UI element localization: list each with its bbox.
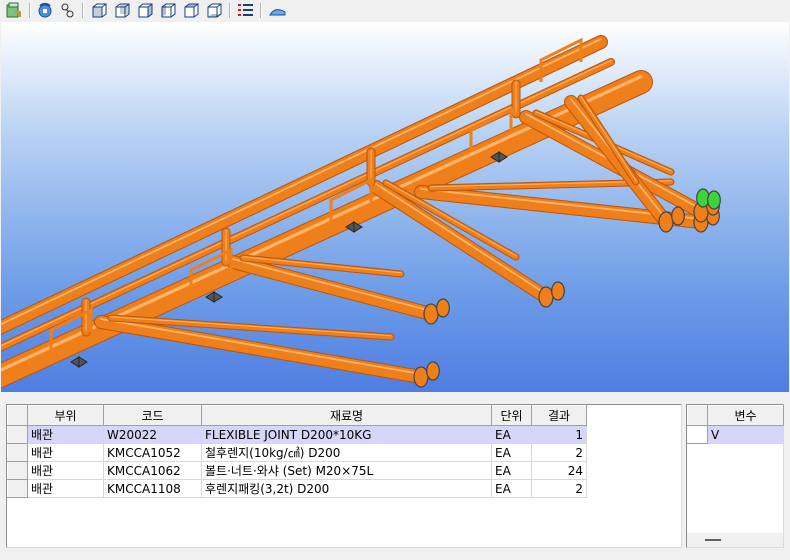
row-header[interactable] <box>7 461 28 480</box>
list-icon[interactable] <box>237 2 254 19</box>
pipe-flange <box>426 361 440 381</box>
materials-table: 부위 코드 재료명 단위 결과 배관 W20022 FLEXIBLE JOINT… <box>7 405 587 498</box>
view-back-icon[interactable] <box>114 2 131 19</box>
pan-icon[interactable] <box>59 2 76 19</box>
hill-icon[interactable] <box>269 2 286 19</box>
scroll-thumb[interactable] <box>705 539 721 541</box>
cell-name: 볼트·너트·와샤 (Set) M20×75L <box>201 461 492 480</box>
cell-part: 배관 <box>27 443 104 462</box>
pipe-flange <box>551 281 565 301</box>
table-row[interactable]: 배관 W20022 FLEXIBLE JOINT D200*10KG EA 1 <box>7 425 587 444</box>
corner-header <box>7 405 28 426</box>
rotate-view-icon[interactable] <box>37 2 54 19</box>
pipe-flange <box>413 366 429 388</box>
cell-unit: EA <box>491 479 532 498</box>
row-header[interactable] <box>687 425 708 444</box>
cell-code: KMCCA1108 <box>103 479 202 498</box>
cell-part: 배관 <box>27 425 104 444</box>
table-row[interactable]: 배관 KMCCA1108 후렌지패킹(3,2t) D200 EA 2 <box>7 479 587 498</box>
cell-unit: EA <box>491 425 532 444</box>
materials-grid[interactable]: 부위 코드 재료명 단위 결과 배관 W20022 FLEXIBLE JOINT… <box>6 404 682 548</box>
cell-name: 철후렌지(10kg/㎠) D200 <box>201 443 492 462</box>
pipe-flange <box>538 286 554 308</box>
cell-result: 24 <box>531 461 587 480</box>
splitter[interactable] <box>0 392 790 400</box>
view-top-icon[interactable] <box>183 2 200 19</box>
column-header-name[interactable]: 재료명 <box>201 405 492 426</box>
table-row[interactable]: V <box>687 425 784 444</box>
cell-name: FLEXIBLE JOINT D200*10KG <box>201 425 492 444</box>
column-header-unit[interactable]: 단위 <box>491 405 532 426</box>
view-right-icon[interactable] <box>160 2 177 19</box>
pipe-flange <box>671 206 685 226</box>
column-header-part[interactable]: 부위 <box>27 405 104 426</box>
table-header-row: 부위 코드 재료명 단위 결과 <box>7 405 587 426</box>
pipe-flange <box>658 211 674 233</box>
cell-result: 1 <box>531 425 587 444</box>
3d-viewport[interactable] <box>1 22 789 392</box>
cell-code: KMCCA1062 <box>103 461 202 480</box>
column-header-code[interactable]: 코드 <box>103 405 202 426</box>
pipe-model-scene <box>1 35 721 389</box>
cell-unit: EA <box>491 443 532 462</box>
view-left-icon[interactable] <box>137 2 154 19</box>
cell-part: 배관 <box>27 461 104 480</box>
row-header[interactable] <box>7 479 28 498</box>
toolbar <box>0 0 790 22</box>
cell-code: W20022 <box>103 425 202 444</box>
variables-grid[interactable]: 변수 V <box>686 404 784 548</box>
table-header-row: 변수 <box>687 405 784 426</box>
selected-flexible-joint <box>707 190 721 210</box>
cell-result: 2 <box>531 443 587 462</box>
row-header[interactable] <box>7 443 28 462</box>
column-header-result[interactable]: 결과 <box>531 405 587 426</box>
column-header-variable[interactable]: 변수 <box>707 405 784 426</box>
corner-header <box>687 405 708 426</box>
valve <box>70 356 88 368</box>
export-icon[interactable] <box>5 2 22 19</box>
pipe-flange <box>423 303 439 325</box>
cell-result: 2 <box>531 479 587 498</box>
cell-code: KMCCA1052 <box>103 443 202 462</box>
view-bottom-icon[interactable] <box>206 2 223 19</box>
horizontal-scrollbar[interactable] <box>687 533 783 547</box>
row-header[interactable] <box>7 425 28 444</box>
table-row[interactable]: 배관 KMCCA1062 볼트·너트·와샤 (Set) M20×75L EA 2… <box>7 461 587 480</box>
cell-unit: EA <box>491 461 532 480</box>
pipe-flange <box>436 298 450 318</box>
view-front-icon[interactable] <box>91 2 108 19</box>
cell-name: 후렌지패킹(3,2t) D200 <box>201 479 492 498</box>
cell-part: 배관 <box>27 479 104 498</box>
table-row[interactable]: 배관 KMCCA1052 철후렌지(10kg/㎠) D200 EA 2 <box>7 443 587 462</box>
variables-table: 변수 V <box>687 405 784 444</box>
cell-variable: V <box>707 425 784 444</box>
